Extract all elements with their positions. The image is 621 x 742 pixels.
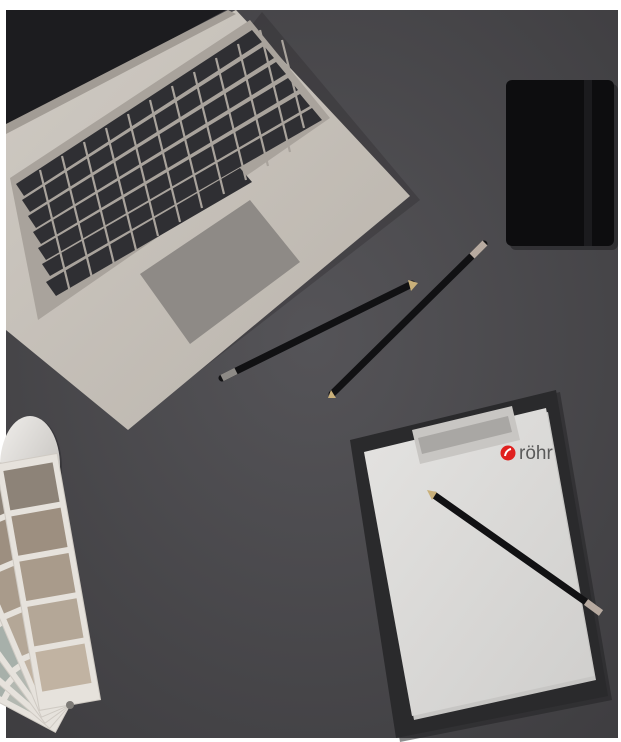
rohr-logo-mark	[500, 445, 516, 461]
swatch-pivot	[66, 701, 74, 709]
black-notebook	[506, 80, 618, 250]
desk-photo: röhr	[0, 0, 621, 742]
swatch-chip	[11, 507, 68, 556]
swatch-chip	[19, 552, 76, 602]
elastic-band	[584, 80, 592, 246]
swatch-chip	[35, 643, 92, 692]
swatch-chip	[27, 598, 84, 647]
swatch-chip	[3, 462, 60, 511]
desk-scene: röhr	[0, 0, 621, 742]
rohr-logo-text: röhr	[519, 443, 553, 464]
